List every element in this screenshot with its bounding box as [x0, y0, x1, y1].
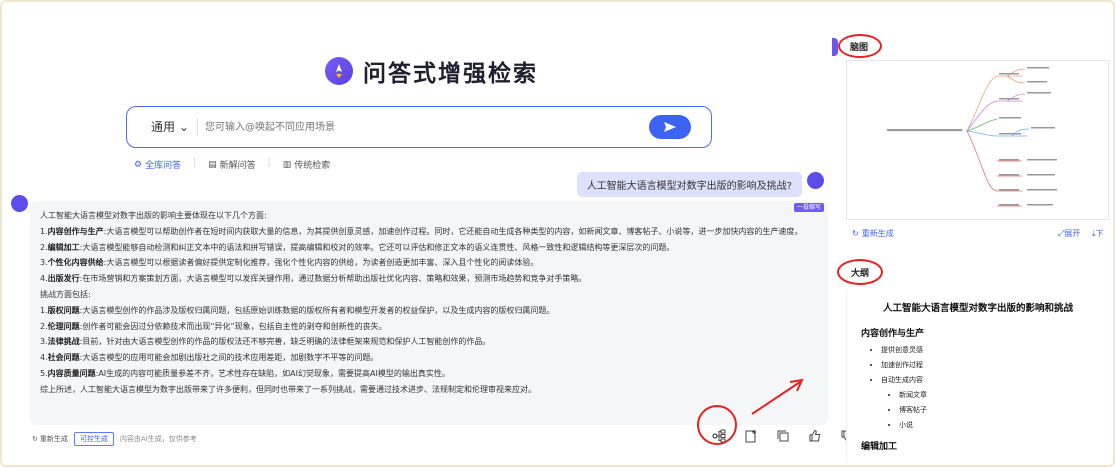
outline-title: 大纲	[851, 269, 870, 279]
refresh-icon: ↻	[32, 435, 38, 443]
mode-new-interpret[interactable]: ▤ 新解问答	[208, 158, 256, 172]
impact-item: 1.内容创作与生产:大语言模型可以帮助创作者在短时间内获取大量的信息，为其提供创…	[40, 226, 803, 236]
arrow-annotation	[751, 378, 804, 415]
search-box[interactable]: 通用 ⌄	[126, 106, 712, 148]
challenge-item: 1.版权问题:大语言模型创作的作品涉及版权归属问题，包括原始训练数据的版权所有者…	[40, 305, 555, 315]
rocket-logo-icon	[325, 57, 353, 85]
impact-item: 4.出版发行:在市场营销和方案策划方面，大语言模型可以发挥关键作用，通过数据分析…	[40, 274, 587, 284]
download-label: 下	[1095, 229, 1104, 238]
chevron-down-icon: ⌄	[178, 120, 189, 134]
download-button[interactable]: ⤓下	[1092, 228, 1104, 239]
answer-conclusion: 综上所述，人工智能大语言模型为数字出版带来了许多便利，但同时也带来了一系列挑战，…	[40, 384, 536, 394]
challenge-item: 3.法律挑战:目前，针对由大语言模型创作的作品的版权法还不够完善，缺乏明确的法律…	[40, 337, 491, 347]
thumbs-up-icon	[809, 429, 821, 442]
outline-view: 人工智能大语言模型对数字出版的影响和挑战 内容创作与生产 提供创意灵感 加速创作…	[846, 290, 1109, 462]
list-item: 加速创作过程	[881, 358, 1095, 373]
answer-intro: 人工智能大语言模型对数字出版的影响主要体现在以下几个方面:	[40, 211, 267, 220]
expand-button[interactable]: ⤢展开	[1058, 228, 1080, 239]
copy-button[interactable]	[774, 427, 792, 445]
mindmap-title: 脑图	[850, 43, 869, 53]
scope-label: 通用	[151, 120, 176, 134]
regen-label: 重新生成	[861, 229, 894, 238]
outline-sublist: 新闻文章 博客帖子 小说	[899, 388, 1095, 433]
mindmap-graphic	[887, 67, 1057, 207]
user-avatar	[807, 172, 824, 189]
refresh-icon: ↻	[852, 229, 859, 238]
ai-disclaimer: 内容由AI生成，仅供参考	[119, 435, 197, 443]
outline-list: 提供创意灵感 加速创作过程 自动生成内容 新闻文章 博客帖子 小说	[881, 343, 1095, 433]
impact-item: 2.编辑加工:大语言模型能够自动检测和纠正文本中的语法和拼写错误，提高编辑和校对…	[40, 242, 675, 252]
outline-section: 编辑加工	[861, 442, 898, 452]
mode-label: 全库问答	[145, 161, 182, 171]
impact-item: 3.个性化内容供给:大语言模型可以根据读者偏好提供定制化推荐，强化个性化内容的供…	[40, 258, 539, 268]
copy-icon	[777, 430, 789, 442]
challenge-item: 4.社会问题:大语言模型的应用可能会加剧出版社之间的技术应用差距，加剧数字不平等…	[40, 353, 379, 363]
chat-panel: 问答式增强检索 通用 ⌄ ⚙全库问答 | ▤新解问答 | ▥传统检索 人工智能大…	[8, 10, 853, 460]
answer-footer: ↻ 重新生成 可控生成 内容由AI生成，仅供参考	[32, 432, 197, 446]
mode-label: 新解问答	[219, 161, 256, 171]
challenge-item: 5.内容质量问题:AI生成的内容可能质量参差不齐，艺术性存在缺陷，如AI幻觉现象…	[40, 368, 450, 378]
controllable-gen-button[interactable]: 可控生成	[73, 432, 114, 446]
mindmap-view[interactable]	[846, 60, 1109, 220]
scope-dropdown[interactable]: 通用 ⌄	[151, 118, 189, 135]
send-icon	[664, 122, 676, 132]
like-button[interactable]	[806, 427, 824, 445]
library-icon: ⚙	[134, 159, 143, 170]
answer-badge: 一投缩写	[793, 203, 824, 212]
search-input[interactable]	[205, 116, 655, 138]
mode-full-library[interactable]: ⚙ 全库问答	[134, 158, 182, 172]
mode-label: 传统检索	[294, 161, 331, 171]
list-item: 提供创意灵感	[881, 343, 1095, 358]
challenge-item: 2.伦理问题:创作者可能会因过分依赖技术而出现“异化”现象，包括自主性的剥夺和创…	[40, 321, 387, 331]
mode-divider: |	[193, 158, 197, 168]
highlight-circle	[697, 405, 737, 445]
list-item: 自动生成内容 新闻文章 博客帖子 小说	[881, 373, 1095, 433]
challenge-intro: 挑战方面包括:	[40, 289, 91, 299]
regen-label: 重新生成	[39, 435, 68, 443]
list-item: 博客帖子	[899, 403, 1095, 418]
brand-title: 问答式增强检索	[363, 61, 538, 87]
mode-divider: |	[267, 158, 271, 168]
outline-heading: 人工智能大语言模型对数字出版的影响和挑战	[882, 303, 1073, 314]
send-button[interactable]	[649, 115, 691, 139]
mode-traditional[interactable]: ▥ 传统检索	[282, 158, 331, 172]
bot-avatar	[11, 195, 28, 212]
outline-section: 内容创作与生产	[861, 329, 925, 339]
list-icon: ▥	[282, 159, 292, 170]
add-note-button[interactable]	[742, 427, 760, 445]
answer-card: 一投缩写 人工智能大语言模型对数字出版的影响主要体现在以下几个方面: 1.内容创…	[30, 201, 828, 425]
brand: 问答式增强检索	[325, 54, 538, 88]
list-item: 小说	[899, 418, 1095, 433]
expand-label: 展开	[1064, 229, 1081, 238]
regenerate-button[interactable]: ↻ 重新生成	[32, 434, 68, 444]
panel-collapse-handle[interactable]	[832, 38, 838, 56]
scope-divider	[197, 118, 198, 136]
mindmap-regenerate-button[interactable]: ↻ 重新生成	[852, 228, 894, 239]
user-question: 人工智能大语言模型对数字出版的影响及挑战?	[576, 172, 802, 197]
search-modes: ⚙ 全库问答 | ▤ 新解问答 | ▥ 传统检索	[134, 158, 330, 171]
doc-icon: ▤	[208, 159, 217, 170]
list-item: 新闻文章	[899, 388, 1095, 403]
add-doc-icon	[745, 430, 756, 443]
